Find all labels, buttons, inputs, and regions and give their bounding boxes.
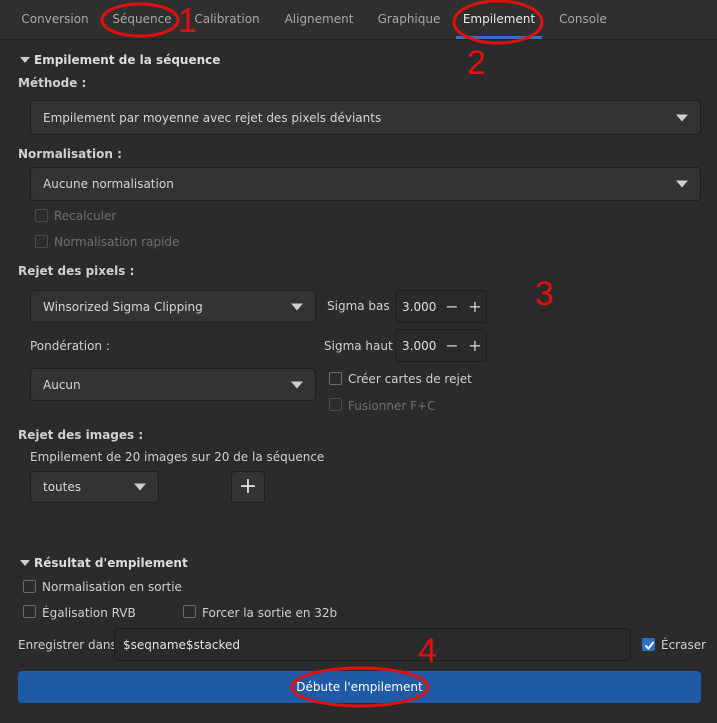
- tab-alignement[interactable]: Alignement: [280, 0, 358, 39]
- sigma-low-label: Sigma bas :: [327, 299, 398, 313]
- weighting-label: Pondération :: [30, 339, 110, 353]
- image-rejection-label: Rejet des images :: [18, 428, 144, 442]
- fast-normalisation-label: Normalisation rapide: [54, 235, 180, 249]
- normalisation-combo[interactable]: Aucune normalisation: [30, 167, 701, 201]
- annotation-number-1: 1: [178, 2, 197, 40]
- tab-conversion[interactable]: Conversion: [18, 0, 92, 39]
- sigma-high-value[interactable]: 3.000: [402, 339, 436, 353]
- start-stacking-button[interactable]: Débute l'empilement: [18, 671, 701, 703]
- method-combo[interactable]: Empilement par moyenne avec rejet des pi…: [30, 100, 701, 135]
- save-in-label: Enregistrer dans :: [18, 638, 125, 652]
- sigma-low-value[interactable]: 3.000: [402, 300, 436, 314]
- chevron-down-icon: [291, 303, 303, 310]
- tab-graphique[interactable]: Graphique: [376, 0, 442, 39]
- checkmark-icon: [644, 641, 655, 651]
- overwrite-checkbox[interactable]: [642, 638, 655, 651]
- rgb-equalisation-checkbox[interactable]: [23, 605, 36, 618]
- annotation-number-2: 2: [467, 44, 486, 82]
- result-section-title: Résultat d'empilement: [34, 556, 188, 570]
- add-filter-button[interactable]: +: [231, 471, 265, 503]
- sigma-high-label: Sigma haut :: [324, 339, 401, 353]
- annotation-number-3: 3: [535, 275, 554, 313]
- sigma-low-increment-button[interactable]: +: [463, 294, 487, 319]
- tab-bar: Conversion Séquence Calibration Aligneme…: [0, 0, 717, 40]
- chevron-down-icon: [134, 483, 146, 491]
- chevron-down-icon: [676, 180, 688, 188]
- expander-triangle-icon: [20, 56, 30, 63]
- weighting-combo[interactable]: Aucun: [30, 368, 316, 401]
- chevron-down-icon: [676, 114, 688, 121]
- output-normalisation-checkbox[interactable]: [23, 580, 36, 593]
- force-32b-checkbox[interactable]: [183, 605, 196, 618]
- image-filter-combo[interactable]: toutes: [30, 471, 159, 503]
- chevron-down-icon: [291, 381, 303, 388]
- merge-label: Fusionner F+C: [348, 399, 436, 413]
- sigma-low-spinner[interactable]: 3.000 − +: [395, 290, 487, 323]
- sigma-high-increment-button[interactable]: +: [463, 333, 487, 358]
- output-filename-value[interactable]: $seqname$stacked: [123, 638, 240, 652]
- sigma-low-decrement-button[interactable]: −: [440, 294, 464, 319]
- stacking-section-header[interactable]: Empilement de la séquence: [20, 53, 220, 67]
- sigma-high-decrement-button[interactable]: −: [440, 333, 464, 358]
- tab-console[interactable]: Console: [554, 0, 612, 39]
- recompute-checkbox[interactable]: [35, 209, 48, 222]
- method-combo-value: Empilement par moyenne avec rejet des pi…: [43, 110, 382, 125]
- force-32b-label: Forcer la sortie en 32b: [202, 606, 338, 620]
- normalisation-combo-value: Aucune normalisation: [43, 177, 174, 191]
- expander-triangle-icon: [20, 559, 30, 566]
- tab-empilement[interactable]: Empilement: [456, 0, 542, 39]
- rejection-algorithm-combo[interactable]: Winsorized Sigma Clipping: [30, 290, 316, 323]
- method-label: Méthode :: [18, 76, 87, 90]
- pixel-rejection-label: Rejet des pixels :: [18, 264, 135, 278]
- rejection-maps-checkbox[interactable]: [329, 372, 342, 385]
- recompute-label: Recalculer: [54, 209, 117, 223]
- rejection-combo-value: Winsorized Sigma Clipping: [43, 299, 203, 314]
- output-filename-input[interactable]: $seqname$stacked: [114, 628, 631, 661]
- stacking-section-title: Empilement de la séquence: [34, 53, 221, 67]
- weighting-combo-value: Aucun: [43, 377, 81, 392]
- tab-calibration[interactable]: Calibration: [194, 0, 260, 39]
- image-filter-value: toutes: [43, 480, 81, 494]
- image-rejection-info: Empilement de 20 images sur 20 de la séq…: [30, 450, 325, 464]
- tab-sequence[interactable]: Séquence: [110, 0, 174, 39]
- normalisation-label: Normalisation :: [18, 147, 122, 161]
- rgb-equalisation-label: Égalisation RVB: [42, 606, 136, 620]
- result-section-header[interactable]: Résultat d'empilement: [20, 556, 188, 570]
- fast-normalisation-checkbox[interactable]: [35, 235, 48, 248]
- output-normalisation-label: Normalisation en sortie: [42, 580, 182, 594]
- annotation-number-4: 4: [418, 632, 437, 670]
- merge-checkbox[interactable]: [329, 398, 342, 411]
- rejection-maps-label: Créer cartes de rejet: [348, 372, 472, 386]
- sigma-high-spinner[interactable]: 3.000 − +: [395, 329, 487, 362]
- overwrite-label: Écraser: [661, 638, 707, 652]
